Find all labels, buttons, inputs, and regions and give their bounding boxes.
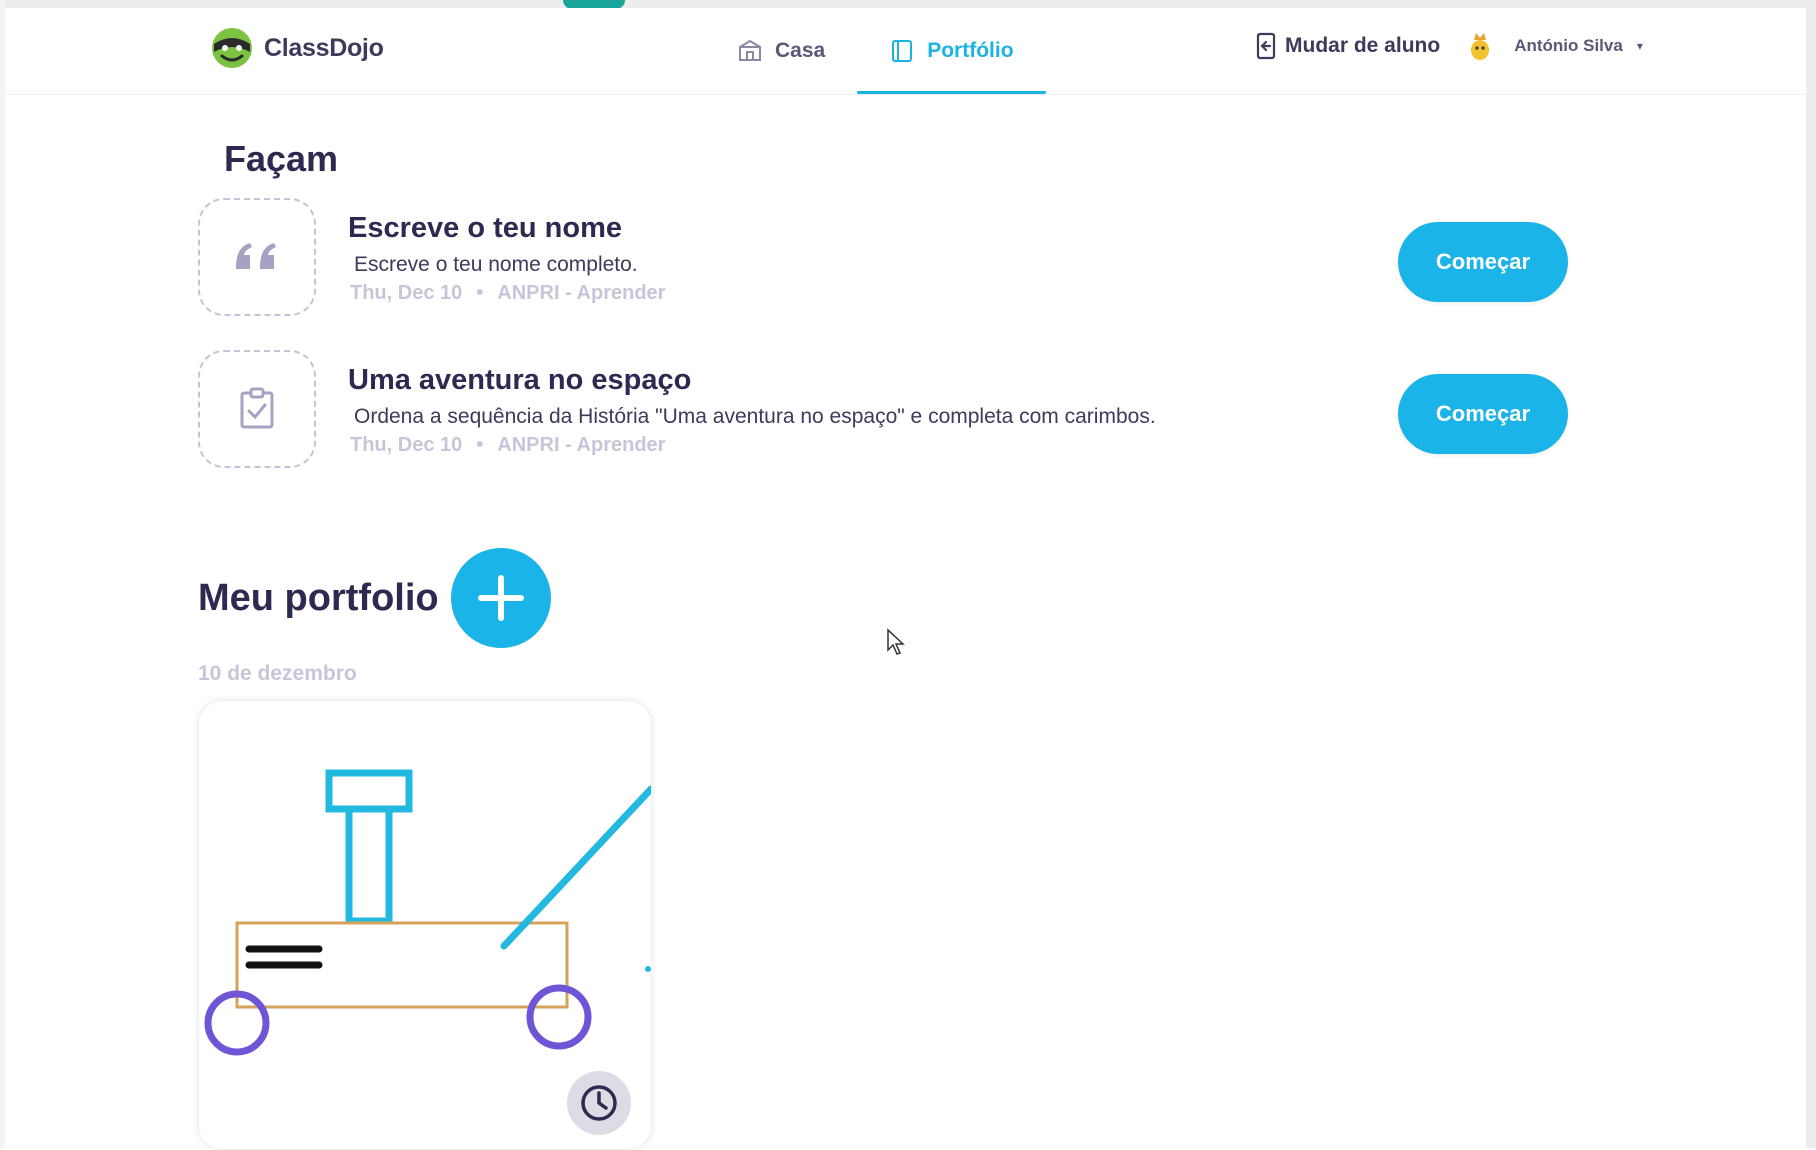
plus-icon: [477, 575, 524, 621]
home-icon: [739, 39, 761, 61]
window-right-edge: [1806, 0, 1816, 1148]
tab-portfolio[interactable]: Portfólio: [857, 8, 1046, 94]
activity-description: Ordena a sequência da História "Uma aven…: [354, 405, 1156, 428]
mouse-cursor-icon: [887, 628, 905, 655]
portfolio-header: Meu portfolio: [198, 548, 551, 648]
activity-class: ANPRI - Aprender: [497, 434, 666, 456]
activity-thumbnail: [198, 198, 316, 316]
quote-icon: [236, 243, 276, 269]
activity-class: ANPRI - Aprender: [497, 282, 666, 304]
switch-student-label: Mudar de aluno: [1285, 34, 1441, 57]
portfolio-title: Meu portfolio: [198, 576, 439, 619]
activity-description: Escreve o teu nome completo.: [354, 253, 638, 276]
todo-section-title: Façam: [224, 138, 339, 179]
activity-date: Thu, Dec 10: [350, 282, 463, 304]
clock-icon: [581, 1085, 617, 1121]
meta-separator: •: [476, 434, 484, 456]
activity-title: Escreve o teu nome: [348, 212, 622, 244]
top-header: ClassDojo Casa Portfólio Mudar de aluno …: [5, 8, 1806, 95]
student-avatar-icon[interactable]: [1466, 30, 1494, 62]
app-logo[interactable]: ClassDojo: [210, 26, 384, 70]
user-name[interactable]: António Silva: [1514, 36, 1623, 56]
tab-portfolio-label: Portfólio: [927, 39, 1014, 62]
portfolio-card[interactable]: [198, 700, 652, 1150]
classdojo-logo-icon: [212, 28, 252, 68]
activity-meta: Thu, Dec 10 • ANPRI - Aprender: [350, 434, 665, 457]
window-top-bar: [0, 0, 1816, 8]
portfolio-icon: [892, 40, 913, 62]
meta-separator: •: [476, 282, 484, 304]
activity-item[interactable]: Escreve o teu nome Escreve o teu nome co…: [198, 198, 1568, 320]
activity-title: Uma aventura no espaço: [348, 364, 692, 396]
tab-casa[interactable]: Casa: [705, 8, 857, 94]
add-portfolio-button[interactable]: [450, 548, 551, 648]
activity-item[interactable]: Uma aventura no espaço Ordena a sequênci…: [198, 350, 1568, 472]
start-button[interactable]: Começar: [1398, 374, 1568, 454]
history-button[interactable]: [567, 1071, 631, 1135]
chevron-down-icon[interactable]: ▾: [1637, 39, 1643, 53]
tab-casa-label: Casa: [775, 39, 826, 62]
switch-student-button[interactable]: Mudar de aluno: [1255, 32, 1440, 60]
activity-meta: Thu, Dec 10 • ANPRI - Aprender: [350, 282, 665, 305]
window-left-edge: [0, 0, 5, 1148]
header-right: Mudar de aluno António Silva ▾: [1255, 30, 1643, 62]
start-button[interactable]: Começar: [1398, 222, 1568, 302]
activity-date: Thu, Dec 10: [350, 434, 463, 456]
activity-thumbnail: [198, 350, 316, 468]
clipboard-check-icon: [240, 387, 274, 429]
portfolio-date-label: 10 de dezembro: [198, 662, 357, 685]
app-name: ClassDojo: [264, 33, 384, 62]
main-nav: Casa Portfólio: [705, 8, 1046, 94]
switch-student-icon: [1256, 32, 1276, 60]
